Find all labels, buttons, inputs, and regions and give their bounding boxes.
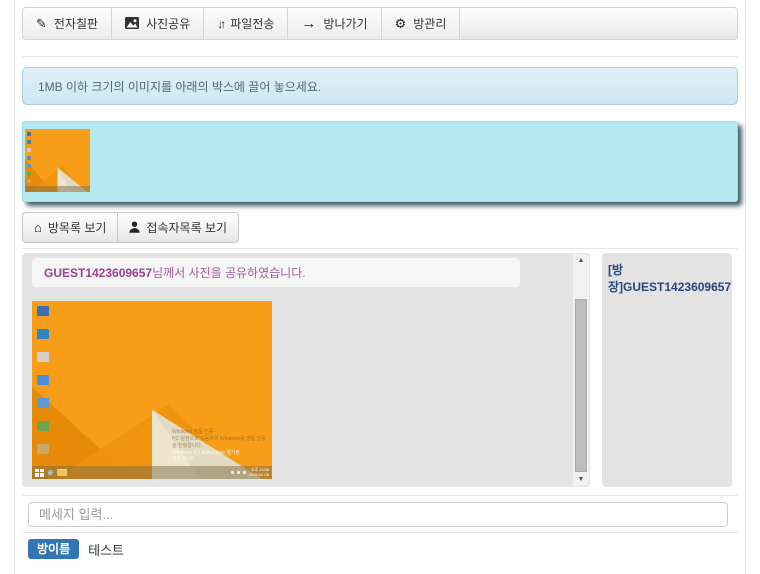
tray-icon: [231, 471, 234, 474]
participant-list: [방장]GUEST1423609657: [602, 253, 732, 487]
divider: [22, 495, 738, 496]
desktop-icon: [27, 132, 31, 136]
desktop-icon: [27, 156, 31, 160]
chat-message-area[interactable]: GUEST1423609657님께서 사진을 공유하였습니다. Windows …: [22, 253, 590, 487]
watermark-line: 을 진행합니다.: [172, 443, 266, 450]
home-icon: ⌂: [34, 221, 42, 234]
dropped-image-thumbnail: [25, 129, 90, 192]
scroll-down-arrow[interactable]: ▼: [573, 473, 589, 486]
desktop-icon: [27, 148, 31, 152]
transfer-icon: ↓↑: [217, 18, 223, 30]
drop-hint-text: 1MB 이하 크기의 이미지를 아래의 박스에 끌어 놓으세요.: [38, 78, 321, 95]
thumbnail-taskbar: [25, 186, 90, 192]
file-transfer-button-label: 파일전송: [230, 15, 274, 32]
divider: [22, 532, 738, 533]
room-name-value: 테스트: [88, 540, 124, 559]
chat-message-text: 님께서 사진을 공유하였습니다.: [152, 266, 306, 280]
room-page: ✎ 전자칠판 사진공유 ↓↑ 파일전송 → 방나가기 ⚙ 방관리 1MB 이하 …: [14, 0, 746, 574]
watermark-line: 빌드 9600: [172, 456, 266, 463]
top-toolbar: ✎ 전자칠판 사진공유 ↓↑ 파일전송 → 방나가기 ⚙ 방관리: [22, 7, 738, 40]
desktop-icon: [37, 444, 49, 454]
desktop-icon: [37, 375, 49, 385]
photo-share-button-label: 사진공유: [146, 15, 190, 32]
user-list-button[interactable]: 접속자목록 보기: [117, 212, 239, 243]
chat-scrollbar[interactable]: ▲ ▼: [573, 254, 589, 486]
leave-room-button[interactable]: → 방나가기: [288, 8, 381, 39]
shared-desktop-image[interactable]: Windows 정품 인증 PC 설정으로 이동하여 Windows를 정품 인…: [32, 301, 272, 479]
internet-explorer-icon: e: [48, 468, 53, 477]
windows-watermark: Windows 정품 인증 PC 설정으로 이동하여 Windows를 정품 인…: [172, 429, 266, 463]
photo-share-button[interactable]: 사진공유: [112, 8, 204, 39]
chat-message-author: GUEST1423609657: [44, 266, 152, 280]
person-icon: [129, 221, 140, 235]
desktop-icon: [37, 398, 49, 408]
watermark-line: Windows 정품 인증: [172, 429, 266, 436]
desktop-icon: [37, 306, 49, 316]
nav-button-group: ⌂ 방목록 보기 접속자목록 보기: [22, 212, 239, 243]
desktop-icon: [27, 140, 31, 144]
desktop-icon: [37, 421, 49, 431]
taskbar-clock: 오후 11:56 2015-02-06: [249, 468, 269, 478]
desktop-icon: [27, 179, 31, 183]
folder-icon: [57, 469, 67, 476]
desktop-taskbar: e 오후 11:56 2015-02-06: [32, 466, 272, 479]
image-dropzone[interactable]: [22, 121, 738, 202]
divider: [22, 248, 738, 249]
watermark-line: PC 설정으로 이동하여 Windows를 정품 인증: [172, 436, 266, 443]
file-transfer-button[interactable]: ↓↑ 파일전송: [204, 8, 288, 39]
tray-icon: [237, 471, 240, 474]
participant-item[interactable]: [방장]GUEST1423609657: [608, 261, 726, 295]
windows-logo-icon: [35, 469, 44, 477]
room-name-badge: 방이름: [28, 539, 79, 559]
desktop-icon: [37, 329, 49, 339]
system-tray: 오후 11:56 2015-02-06: [231, 468, 269, 478]
user-list-button-label: 접속자목록 보기: [146, 219, 227, 236]
whiteboard-button[interactable]: ✎ 전자칠판: [23, 8, 112, 39]
room-list-button-label: 방목록 보기: [48, 219, 107, 236]
chat-message: GUEST1423609657님께서 사진을 공유하였습니다.: [32, 258, 520, 287]
room-list-button[interactable]: ⌂ 방목록 보기: [22, 212, 117, 243]
image-icon: [125, 17, 139, 31]
room-info-row: 방이름 테스트: [28, 539, 738, 559]
message-input[interactable]: [28, 502, 728, 527]
pencil-icon: ✎: [36, 17, 47, 30]
desktop-icon: [37, 352, 49, 362]
whiteboard-button-label: 전자칠판: [54, 15, 98, 32]
leave-room-button-label: 방나가기: [323, 15, 367, 32]
scrollbar-thumb[interactable]: [575, 299, 587, 472]
divider: [22, 56, 738, 57]
desktop-icon: [27, 164, 31, 168]
tray-icon: [243, 471, 246, 474]
desktop-icon: [27, 172, 31, 176]
gear-icon: ⚙: [395, 17, 407, 30]
room-manage-button[interactable]: ⚙ 방관리: [382, 8, 461, 39]
room-manage-button-label: 방관리: [413, 15, 446, 32]
drop-hint-alert: 1MB 이하 크기의 이미지를 아래의 박스에 끌어 놓으세요.: [22, 67, 738, 105]
arrow-right-icon: →: [301, 16, 316, 31]
scroll-up-arrow[interactable]: ▲: [573, 254, 589, 267]
chat-row: GUEST1423609657님께서 사진을 공유하였습니다. Windows …: [22, 253, 738, 487]
